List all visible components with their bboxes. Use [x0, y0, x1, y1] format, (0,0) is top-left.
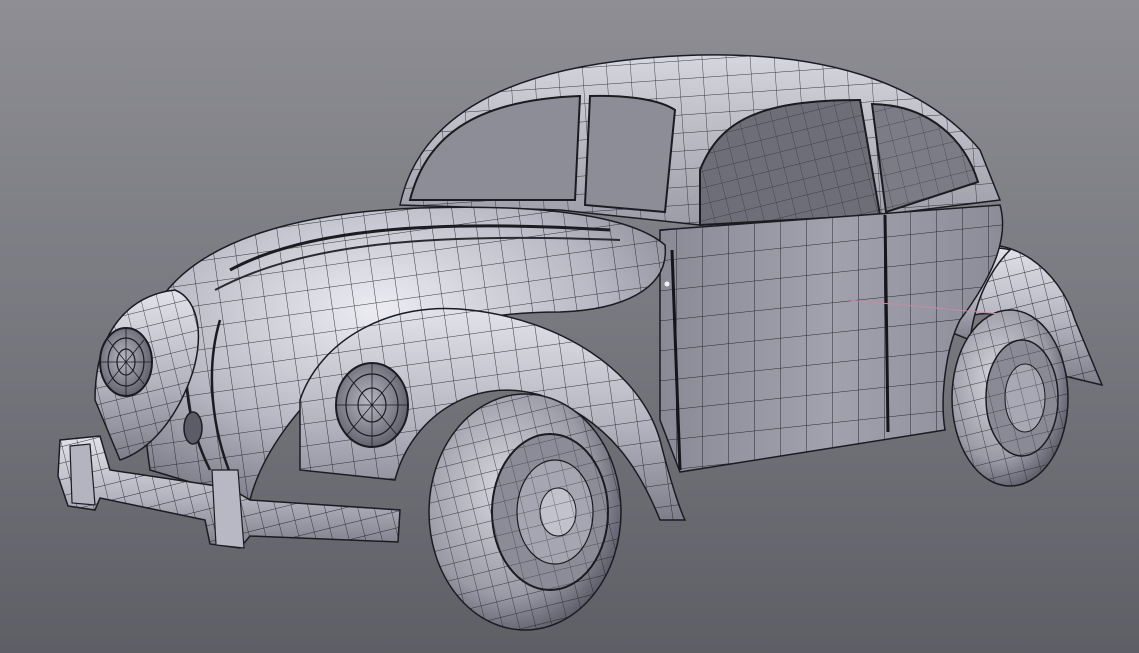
door-panel[interactable] [659, 204, 1004, 473]
left-headlight[interactable] [99, 327, 153, 397]
right-headlight[interactable] [335, 362, 409, 448]
windshield[interactable] [408, 94, 677, 214]
beetle-car-model[interactable] [0, 0, 1139, 653]
rear-wheel[interactable] [951, 309, 1069, 487]
front-wheel[interactable] [428, 393, 622, 631]
3d-viewport[interactable] [0, 0, 1139, 653]
hood-emblem [183, 411, 203, 445]
